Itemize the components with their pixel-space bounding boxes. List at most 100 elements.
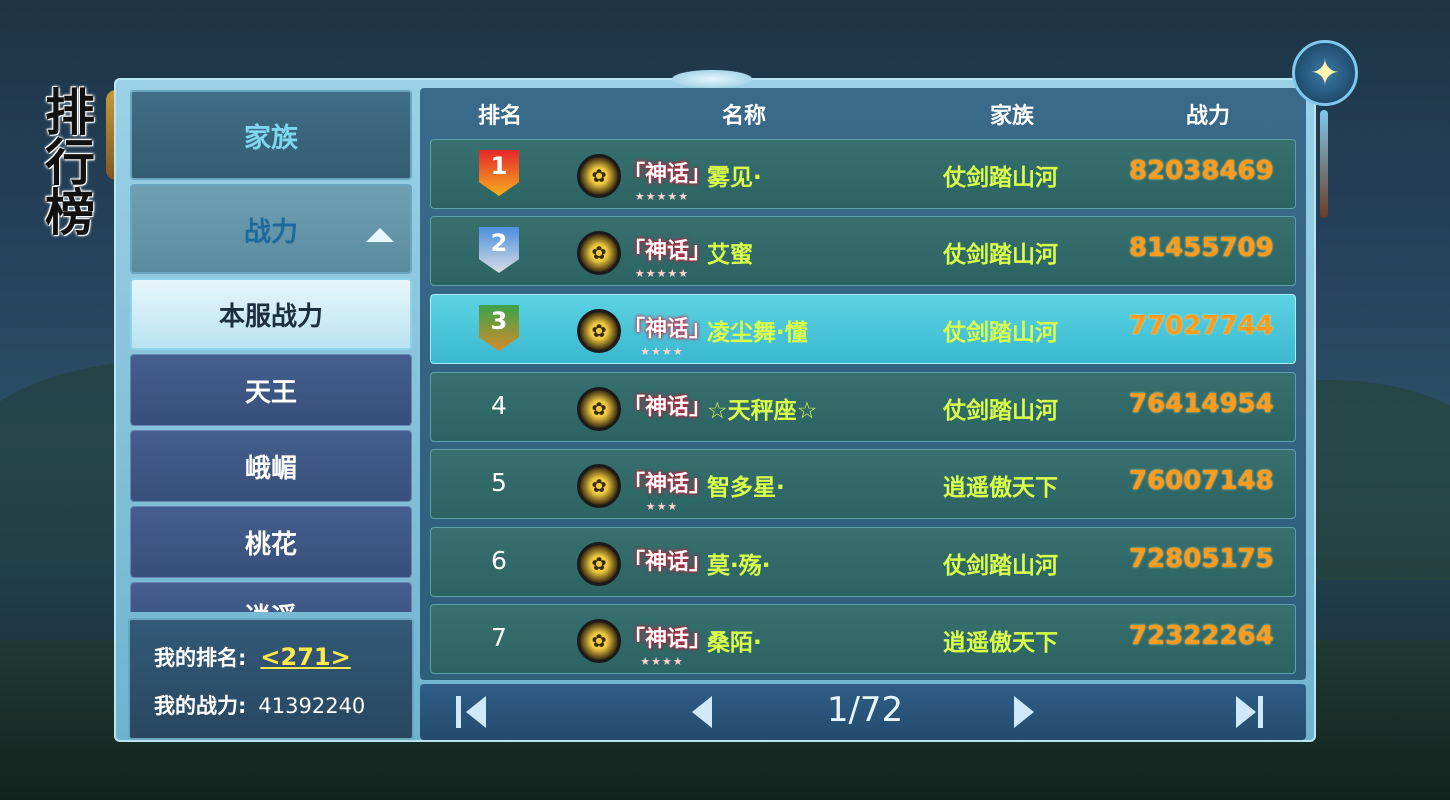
player-name: 凌尘舞·懂 <box>707 320 808 346</box>
subtab-xiaoyao[interactable]: 逍遥 <box>130 582 412 612</box>
power-value: 72322264 <box>1129 621 1274 651</box>
title-tag: 「神话」 <box>623 317 712 342</box>
silver-medal-icon: 2 <box>479 227 519 273</box>
title-emblem-icon: ✿ <box>577 231 621 275</box>
family-name: 逍遥傲天下 <box>943 475 1058 501</box>
prev-page-icon <box>692 696 712 728</box>
rank-number: 6 <box>491 546 507 575</box>
player-name: 桑陌· <box>707 630 762 656</box>
first-page-button[interactable] <box>456 694 496 730</box>
player-name: 雾见· <box>707 165 762 191</box>
title-emblem-icon: ✿ <box>577 154 621 198</box>
subtab-label: 逍遥 <box>245 597 297 612</box>
title-emblem-icon: ✿ <box>577 464 621 508</box>
table-row[interactable]: 2 ✿ 「神话」 ★★★★★ 艾蜜 仗剑踏山河 81455709 <box>430 216 1296 286</box>
subtab-taohua[interactable]: 桃花 <box>130 506 412 578</box>
family-name: 仗剑踏山河 <box>943 165 1058 191</box>
title-tag: 「神话」 <box>623 627 712 652</box>
table-row[interactable]: 7 ✿ 「神话」 ★★★★ 桑陌· 逍遥傲天下 72322264 <box>430 604 1296 674</box>
tassel-decoration <box>1320 110 1328 218</box>
pagination-bar: 1/72 <box>420 684 1306 740</box>
title-tag: 「神话」 <box>623 472 712 497</box>
family-name: 仗剑踏山河 <box>943 320 1058 346</box>
my-rank-row: 我的排名: <271> <box>154 642 351 672</box>
star-rating: ★★★★★ <box>634 190 690 203</box>
my-power-row: 我的战力: 41392240 <box>154 690 365 720</box>
prev-page-button[interactable] <box>682 694 722 730</box>
power-value: 76414954 <box>1129 389 1274 419</box>
bronze-medal-icon: 3 <box>479 305 519 351</box>
rank-number: 5 <box>491 468 507 497</box>
table-row-selected[interactable]: 3 ✿ 「神话」 ★★★★ 凌尘舞·懂 仗剑踏山河 77027744 <box>430 294 1296 364</box>
power-value: 72805175 <box>1129 544 1274 574</box>
gold-medal-icon: 1 <box>479 150 519 196</box>
close-button[interactable]: ✦ <box>1292 40 1358 106</box>
ranking-list: 排名 名称 家族 战力 1 ✿ 「神话」 ★★★★★ 雾见· 仗剑踏山河 820… <box>420 88 1306 680</box>
title-tag: 「神话」 <box>623 162 712 187</box>
star-rating: ★★★★ <box>640 655 684 668</box>
header-power: 战力 <box>1186 104 1231 129</box>
star-rating: ★★★★ <box>640 345 684 358</box>
category-power-label: 战力 <box>244 216 298 248</box>
power-value: 77027744 <box>1129 311 1274 341</box>
subtab-label: 桃花 <box>244 529 297 560</box>
player-name: ☆天秤座☆ <box>707 398 818 424</box>
power-value: 76007148 <box>1129 466 1274 496</box>
subtab-emei[interactable]: 峨嵋 <box>130 430 412 502</box>
title-emblem-icon: ✿ <box>577 387 621 431</box>
first-page-bar-icon <box>456 696 461 728</box>
player-name: 莫·殇· <box>707 553 771 579</box>
my-power-label: 我的战力: <box>154 694 247 718</box>
table-row[interactable]: 6 ✿ 「神话」 莫·殇· 仗剑踏山河 72805175 <box>430 527 1296 597</box>
last-page-bar-icon <box>1258 696 1263 728</box>
subtab-label: 天王 <box>244 377 297 408</box>
table-row[interactable]: 4 ✿ 「神话」 ☆天秤座☆ 仗剑踏山河 76414954 <box>430 372 1296 442</box>
page-title: 排行榜 <box>37 86 96 236</box>
title-tag: 「神话」 <box>623 239 712 264</box>
last-page-button[interactable] <box>1230 694 1270 730</box>
table-row[interactable]: 5 ✿ 「神话」 ★★★ 智多星· 逍遥傲天下 76007148 <box>430 449 1296 519</box>
close-star-icon: ✦ <box>1309 52 1341 94</box>
title-emblem-icon: ✿ <box>577 619 621 663</box>
star-rating: ★★★★★ <box>634 267 690 280</box>
my-power-value: 41392240 <box>258 694 366 718</box>
subtab-tianwang[interactable]: 天王 <box>130 354 412 426</box>
header-rank: 排名 <box>478 104 523 129</box>
next-page-icon <box>1014 696 1034 728</box>
my-rank-label: 我的排名: <box>154 646 247 670</box>
top-ornament <box>672 70 752 88</box>
table-row[interactable]: 1 ✿ 「神话」 ★★★★★ 雾见· 仗剑踏山河 82038469 <box>430 139 1296 209</box>
subtab-label: 本服战力 <box>218 301 323 332</box>
player-name: 智多星· <box>707 475 785 501</box>
player-name: 艾蜜 <box>707 242 753 268</box>
family-name: 仗剑踏山河 <box>943 398 1058 424</box>
collapse-arrow-icon <box>366 228 394 242</box>
header-name: 名称 <box>722 104 767 129</box>
header-family: 家族 <box>990 104 1035 129</box>
table-header: 排名 名称 家族 战力 <box>420 88 1306 134</box>
family-name: 仗剑踏山河 <box>943 553 1058 579</box>
my-info-panel: 我的排名: <271> 我的战力: 41392240 <box>128 618 414 740</box>
next-page-button[interactable] <box>1004 694 1044 730</box>
subtab-server-power[interactable]: 本服战力 <box>130 278 412 350</box>
page-indicator: 1/72 <box>826 690 904 730</box>
title-tag: 「神话」 <box>623 395 712 420</box>
family-name: 逍遥傲天下 <box>943 630 1058 656</box>
category-power-tab[interactable]: 战力 <box>130 184 412 274</box>
rank-number: 4 <box>491 391 507 420</box>
sidebar: 家族 战力 本服战力 天王 峨嵋 桃花 逍遥 <box>128 88 414 612</box>
category-family-tab[interactable]: 家族 <box>130 90 412 180</box>
power-value: 81455709 <box>1129 233 1274 263</box>
first-page-icon <box>466 696 486 728</box>
category-family-label: 家族 <box>244 122 298 154</box>
title-tag: 「神话」 <box>623 550 712 575</box>
family-name: 仗剑踏山河 <box>943 242 1058 268</box>
title-emblem-icon: ✿ <box>577 309 621 353</box>
power-value: 82038469 <box>1129 156 1274 186</box>
star-rating: ★★★ <box>645 500 679 513</box>
my-rank-link[interactable]: <271> <box>260 643 350 671</box>
subtab-label: 峨嵋 <box>244 453 297 484</box>
last-page-icon <box>1236 696 1256 728</box>
title-emblem-icon: ✿ <box>577 542 621 586</box>
rank-number: 7 <box>491 623 507 652</box>
